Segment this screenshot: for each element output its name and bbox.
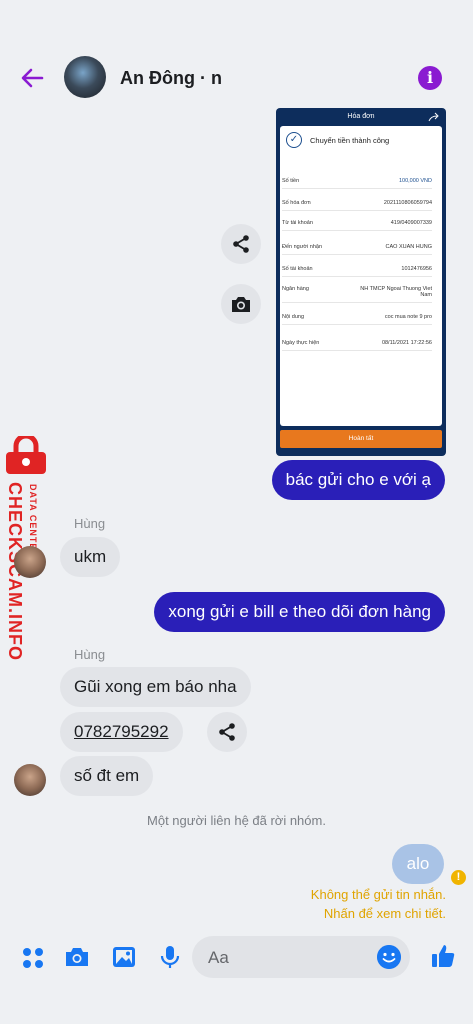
message-outgoing-failed[interactable]: alo (392, 844, 444, 884)
receipt-row: Số tiền 100,000 VND (282, 178, 432, 189)
receipt-row: Số tài khoản 1012476956 (282, 266, 432, 277)
receipt-status-text: Chuyển tiền thành công (310, 135, 390, 145)
message-outgoing[interactable]: xong gửi e bill e theo dõi đơn hàng (154, 592, 445, 632)
message-incoming[interactable]: ukm (60, 537, 121, 577)
message-input-placeholder: Aa (208, 948, 229, 967)
camera-icon[interactable] (64, 944, 90, 970)
info-icon[interactable]: i (418, 66, 442, 90)
send-failed-details-link[interactable]: Nhấn để xem chi tiết. (324, 906, 446, 921)
receipt-share-icon (428, 112, 439, 122)
back-arrow-icon[interactable] (18, 64, 46, 92)
camera-icon (232, 297, 250, 312)
lock-icon (6, 436, 46, 474)
message-incoming[interactable]: Gũi xong em báo nha (60, 667, 251, 707)
receipt-row: Đến người nhận CAO XUAN HUNG (282, 244, 432, 255)
save-photo-button[interactable] (221, 284, 261, 324)
receipt-image[interactable]: Hóa đơn ✓ Chuyển tiền thành công Số tiền… (276, 108, 446, 456)
contact-name[interactable]: An Đông · n (120, 68, 222, 89)
sender-name: Hùng (74, 647, 106, 662)
check-circle-icon: ✓ (286, 132, 302, 148)
receipt-row: Ngân hàng NH TMCP Ngoai Thuong Viet Nam (282, 286, 432, 303)
contact-avatar[interactable] (64, 56, 106, 98)
warning-icon[interactable]: ! (451, 870, 466, 885)
conversation-header (0, 0, 473, 110)
send-failed-text[interactable]: Không thể gửi tin nhắn. (311, 887, 446, 902)
sender-avatar[interactable] (14, 764, 46, 796)
receipt-status: ✓ Chuyển tiền thành công (286, 132, 389, 148)
share-button[interactable] (221, 224, 261, 264)
share-icon (219, 723, 235, 741)
receipt-done-button: Hoàn tất (280, 430, 442, 448)
share-icon (233, 235, 249, 253)
phone-number-link[interactable]: 0782795292 (60, 712, 183, 752)
mic-icon[interactable] (157, 944, 183, 970)
receipt-row: Số hóa đơn 2021110806059794 (282, 200, 432, 211)
message-outgoing[interactable]: bác gửi cho e với ạ (271, 460, 445, 500)
photo-icon[interactable] (111, 944, 137, 970)
receipt-row: Nội dung coc mua note 9 pro (282, 314, 432, 325)
message-incoming[interactable]: số đt em (60, 756, 154, 796)
sender-name: Hùng (74, 516, 106, 531)
receipt-row: Ngày thực hiện 08/11/2021 17:22:56 (282, 340, 432, 351)
sender-avatar[interactable] (14, 546, 46, 578)
emoji-icon[interactable] (377, 945, 401, 969)
apps-icon[interactable] (20, 944, 46, 970)
system-notice: Một người liên hệ đã rời nhóm. (147, 813, 326, 828)
receipt-header: Hóa đơn (347, 113, 375, 120)
share-button[interactable] (207, 712, 247, 752)
receipt-row: Từ tài khoản 419/0409007339 (282, 220, 432, 231)
like-icon[interactable] (430, 943, 456, 969)
